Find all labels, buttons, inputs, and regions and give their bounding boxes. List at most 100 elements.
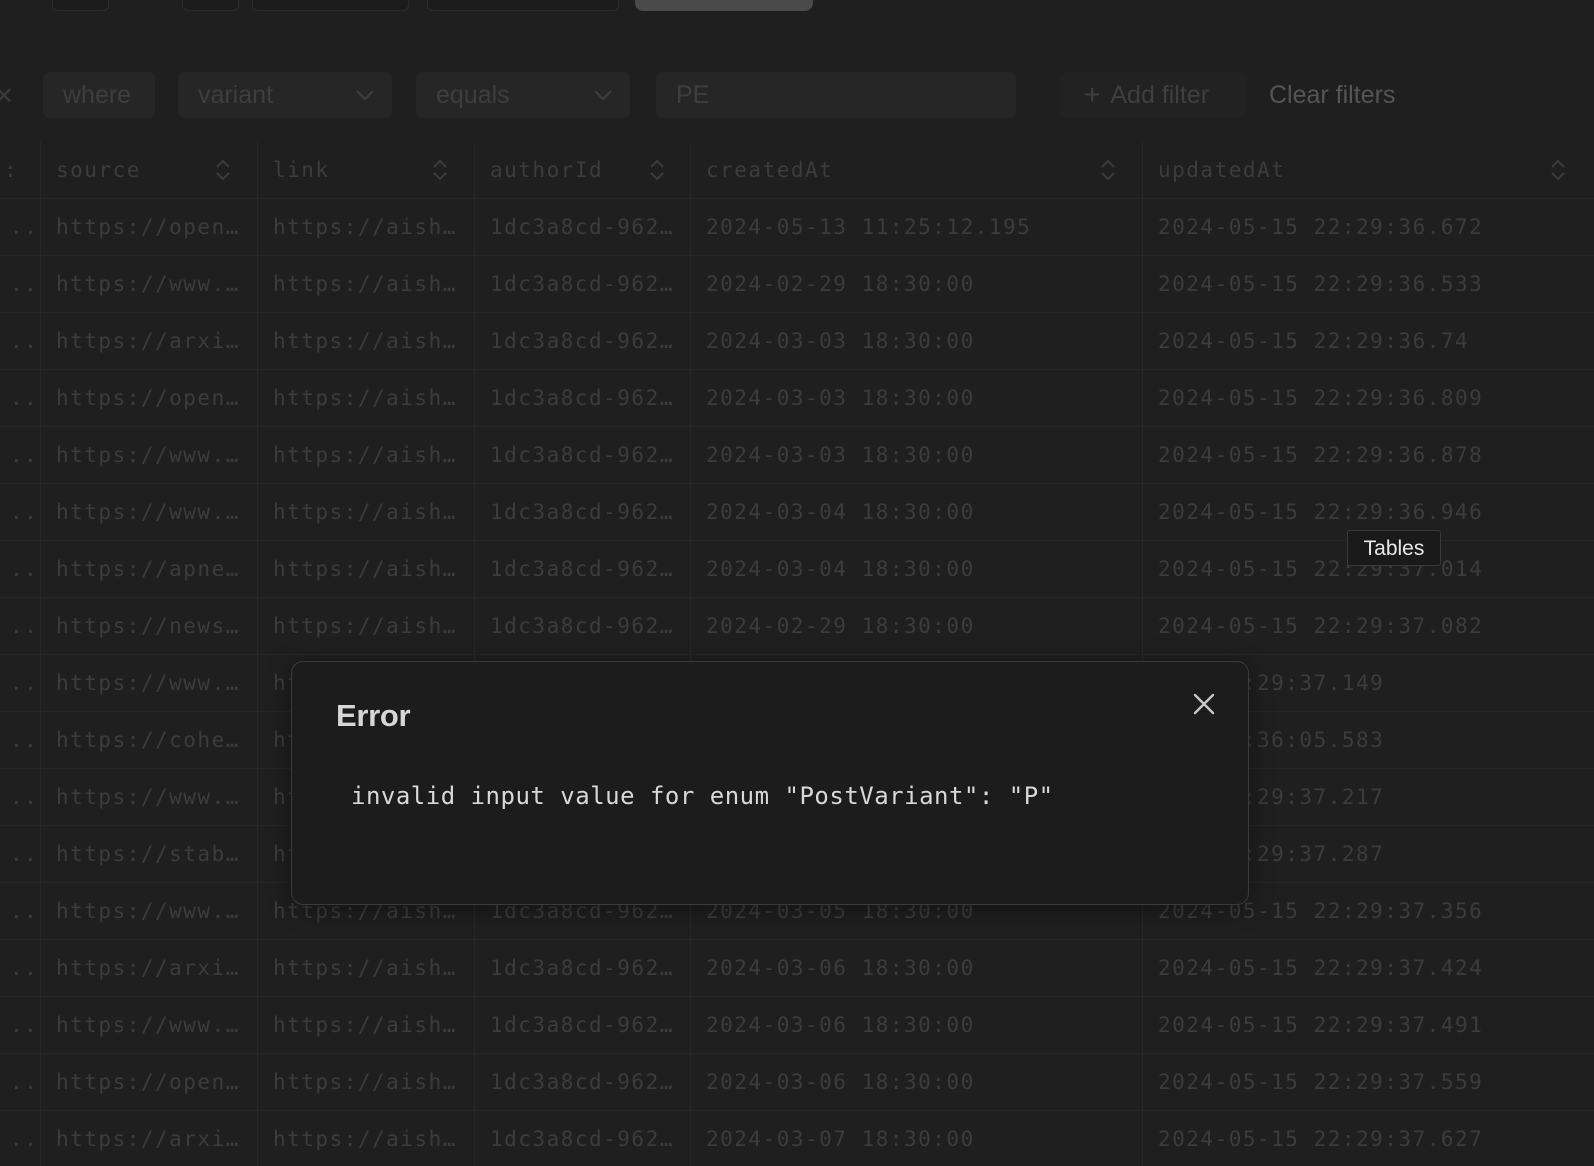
- table-cell[interactable]: https://aish…: [257, 939, 474, 996]
- table-cell[interactable]: 1dc3a8cd-962…: [474, 1053, 690, 1110]
- table-cell[interactable]: ..: [0, 369, 40, 426]
- table-cell[interactable]: ..: [0, 483, 40, 540]
- table-cell[interactable]: 2024-03-06 18:30:00: [690, 1053, 1142, 1110]
- table-cell[interactable]: https://arxi…: [40, 939, 257, 996]
- table-cell[interactable]: ..: [0, 882, 40, 939]
- filter-value-input[interactable]: PE: [656, 72, 1016, 118]
- table-cell[interactable]: ..: [0, 426, 40, 483]
- table-cell[interactable]: 1dc3a8cd-962…: [474, 198, 690, 255]
- table-row[interactable]: .. https://news… https://aish… 1dc3a8cd-962…: [0, 597, 1594, 655]
- table-cell[interactable]: ..: [0, 996, 40, 1053]
- table-cell[interactable]: 1dc3a8cd-962…: [474, 597, 690, 654]
- table-cell[interactable]: ..: [0, 825, 40, 882]
- table-cell[interactable]: 1dc3a8cd-962…: [474, 540, 690, 597]
- table-cell[interactable]: 2024-05-15 22:29:37.082: [1142, 597, 1594, 654]
- sort-icon[interactable]: [649, 156, 665, 184]
- add-filter-button[interactable]: + Add filter: [1060, 72, 1246, 118]
- table-cell[interactable]: https://open…: [40, 369, 257, 426]
- table-cell[interactable]: 2024-02-29 18:30:00: [690, 255, 1142, 312]
- table-cell[interactable]: 2024-03-04 18:30:00: [690, 540, 1142, 597]
- table-cell[interactable]: https://aish…: [257, 426, 474, 483]
- table-cell[interactable]: 1dc3a8cd-962…: [474, 255, 690, 312]
- table-cell[interactable]: ..: [0, 255, 40, 312]
- table-cell[interactable]: 2024-05-15 22:29:36.878: [1142, 426, 1594, 483]
- table-cell[interactable]: 2024-03-06 18:30:00: [690, 939, 1142, 996]
- table-cell[interactable]: https://aish…: [257, 483, 474, 540]
- table-cell[interactable]: https://stab…: [40, 825, 257, 882]
- table-cell[interactable]: ..: [0, 939, 40, 996]
- table-cell[interactable]: ..: [0, 1110, 40, 1166]
- table-cell[interactable]: https://aish…: [257, 996, 474, 1053]
- table-cell[interactable]: 2024-05-15 22:29:37.559: [1142, 1053, 1594, 1110]
- filter-column-select[interactable]: variant: [178, 72, 392, 118]
- table-cell[interactable]: https://cohe…: [40, 711, 257, 768]
- sort-icon[interactable]: [215, 156, 231, 184]
- table-cell[interactable]: 1dc3a8cd-962…: [474, 1110, 690, 1166]
- table-cell[interactable]: https://aish…: [257, 1110, 474, 1166]
- column-header[interactable]: createdAt: [690, 142, 1142, 198]
- table-cell[interactable]: https://www.…: [40, 768, 257, 825]
- sort-icon[interactable]: [1550, 156, 1566, 184]
- table-cell[interactable]: 2024-03-06 18:30:00: [690, 996, 1142, 1053]
- sort-icon[interactable]: [1100, 156, 1116, 184]
- table-row[interactable]: .. https://open… https://aish… 1dc3a8cd-962…: [0, 369, 1594, 427]
- table-cell[interactable]: ..: [0, 768, 40, 825]
- table-row[interactable]: .. https://arxi… https://aish… 1dc3a8cd-962…: [0, 939, 1594, 997]
- table-cell[interactable]: https://open…: [40, 198, 257, 255]
- table-row[interactable]: .. https://www.… https://aish… 1dc3a8cd-962…: [0, 426, 1594, 484]
- column-header[interactable]: :: [0, 142, 40, 198]
- table-cell[interactable]: 2024-05-15 22:29:36.672: [1142, 198, 1594, 255]
- remove-filter-icon[interactable]: ✕: [0, 82, 14, 111]
- table-cell[interactable]: 2024-05-13 11:25:12.195: [690, 198, 1142, 255]
- table-cell[interactable]: ..: [0, 1053, 40, 1110]
- table-cell[interactable]: ..: [0, 711, 40, 768]
- table-cell[interactable]: https://aish…: [257, 369, 474, 426]
- table-cell[interactable]: 1dc3a8cd-962…: [474, 939, 690, 996]
- sort-icon[interactable]: [432, 156, 448, 184]
- table-cell[interactable]: 2024-05-15 22:29:37.627: [1142, 1110, 1594, 1166]
- table-cell[interactable]: https://aish…: [257, 198, 474, 255]
- table-cell[interactable]: 2024-05-15 22:29:37.491: [1142, 996, 1594, 1053]
- column-header[interactable]: updatedAt: [1142, 142, 1594, 198]
- table-cell[interactable]: ..: [0, 540, 40, 597]
- table-cell[interactable]: https://www.…: [40, 996, 257, 1053]
- table-cell[interactable]: ..: [0, 597, 40, 654]
- table-cell[interactable]: https://aish…: [257, 597, 474, 654]
- table-cell[interactable]: 2024-03-04 18:30:00: [690, 483, 1142, 540]
- table-cell[interactable]: 1dc3a8cd-962…: [474, 426, 690, 483]
- table-cell[interactable]: https://apne…: [40, 540, 257, 597]
- table-cell[interactable]: 1dc3a8cd-962…: [474, 483, 690, 540]
- table-cell[interactable]: https://aish…: [257, 1053, 474, 1110]
- table-cell[interactable]: https://arxi…: [40, 1110, 257, 1166]
- table-cell[interactable]: 2024-03-03 18:30:00: [690, 426, 1142, 483]
- close-icon[interactable]: [1184, 684, 1224, 724]
- table-row[interactable]: .. https://open… https://aish… 1dc3a8cd-962…: [0, 198, 1594, 256]
- table-cell[interactable]: https://www.…: [40, 654, 257, 711]
- table-row[interactable]: .. https://www.… https://aish… 1dc3a8cd-962…: [0, 255, 1594, 313]
- table-row[interactable]: .. https://www.… https://aish… 1dc3a8cd-962…: [0, 996, 1594, 1054]
- table-cell[interactable]: 1dc3a8cd-962…: [474, 312, 690, 369]
- table-cell[interactable]: 2024-05-15 22:29:36.74: [1142, 312, 1594, 369]
- table-cell[interactable]: 2024-05-15 22:29:36.809: [1142, 369, 1594, 426]
- table-cell[interactable]: 1dc3a8cd-962…: [474, 369, 690, 426]
- table-cell[interactable]: 2024-05-15 22:29:37.424: [1142, 939, 1594, 996]
- table-cell[interactable]: https://www.…: [40, 882, 257, 939]
- table-row[interactable]: .. https://arxi… https://aish… 1dc3a8cd-962…: [0, 312, 1594, 370]
- table-cell[interactable]: https://aish…: [257, 255, 474, 312]
- table-cell[interactable]: ..: [0, 654, 40, 711]
- clear-filters-button[interactable]: Clear filters: [1269, 72, 1395, 118]
- table-cell[interactable]: 2024-02-29 18:30:00: [690, 597, 1142, 654]
- table-cell[interactable]: 2024-03-03 18:30:00: [690, 369, 1142, 426]
- table-cell[interactable]: https://www.…: [40, 255, 257, 312]
- table-cell[interactable]: 2024-03-07 18:30:00: [690, 1110, 1142, 1166]
- table-cell[interactable]: https://arxi…: [40, 312, 257, 369]
- filter-operator-select[interactable]: equals: [416, 72, 630, 118]
- table-cell[interactable]: https://aish…: [257, 312, 474, 369]
- table-cell[interactable]: 1dc3a8cd-962…: [474, 996, 690, 1053]
- table-cell[interactable]: 2024-03-03 18:30:00: [690, 312, 1142, 369]
- table-cell[interactable]: https://news…: [40, 597, 257, 654]
- table-cell[interactable]: https://aish…: [257, 540, 474, 597]
- table-cell[interactable]: https://open…: [40, 1053, 257, 1110]
- table-row[interactable]: .. https://open… https://aish… 1dc3a8cd-962…: [0, 1053, 1594, 1111]
- table-cell[interactable]: https://www.…: [40, 483, 257, 540]
